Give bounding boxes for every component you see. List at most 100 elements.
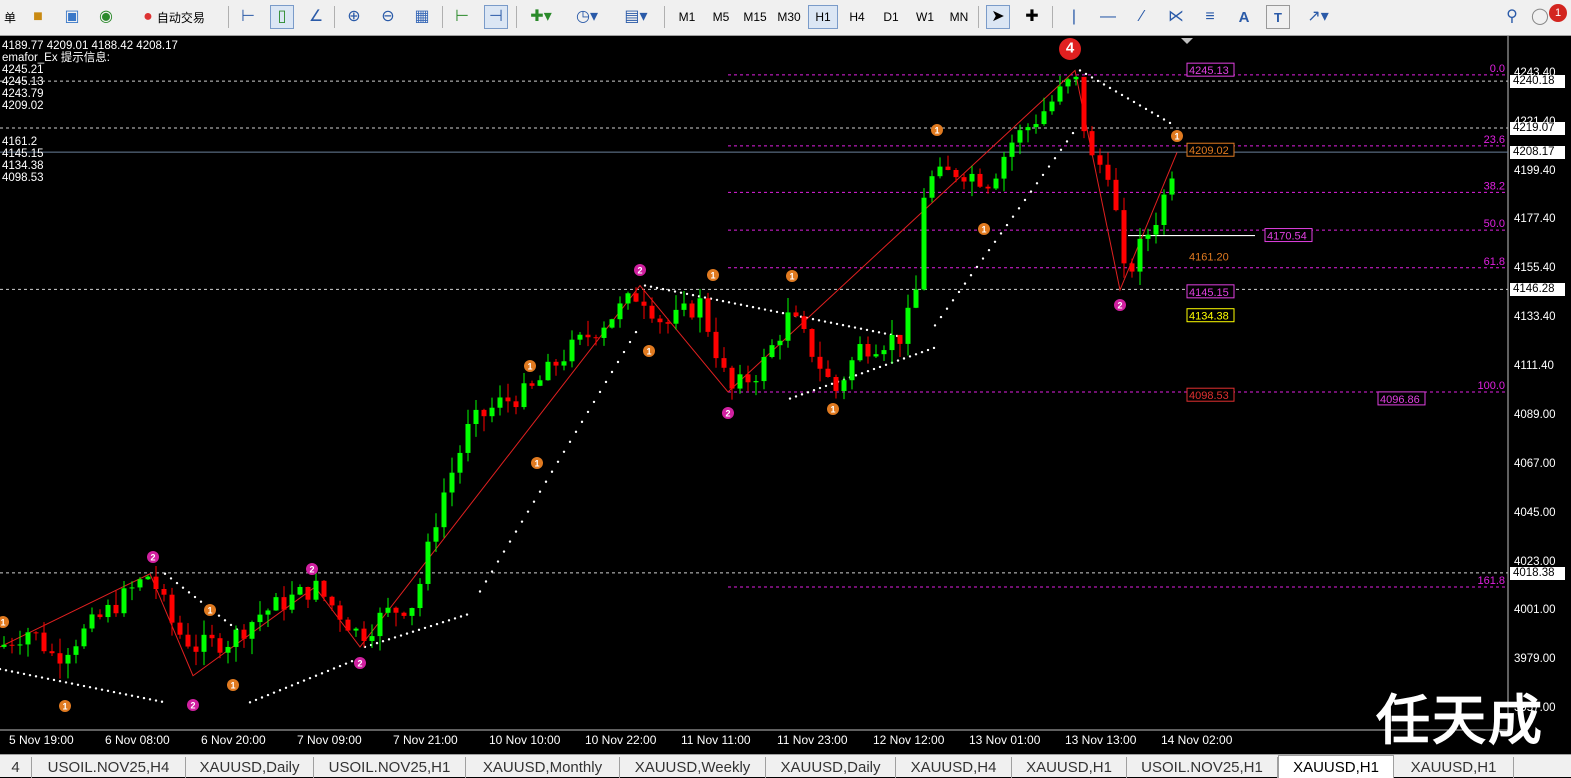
sar-dot: [860, 372, 864, 375]
search-icon[interactable]: ⚲: [1500, 5, 1524, 29]
line-chart-icon[interactable]: ∠: [304, 5, 328, 29]
timeframe-h1[interactable]: H1: [808, 5, 838, 29]
sar-dot: [999, 232, 1003, 235]
clock-icon[interactable]: ◷▾: [570, 5, 604, 29]
chart-tab[interactable]: XAUUSD,Daily: [766, 757, 896, 778]
template-icon[interactable]: ▤▾: [616, 5, 656, 29]
chart-tab[interactable]: XAUUSD,H1: [1394, 757, 1514, 778]
candle-body: [1009, 142, 1015, 157]
sar-dot: [1059, 148, 1063, 152]
candle-body: [41, 632, 47, 652]
vline-icon[interactable]: |: [1062, 5, 1086, 29]
hline-icon[interactable]: —: [1096, 5, 1120, 29]
chart-tab[interactable]: USOIL.NOV25,H1: [1127, 757, 1278, 778]
zoom-out-icon[interactable]: ⊖: [376, 5, 400, 29]
menu-cut-label[interactable]: 单: [0, 5, 20, 29]
trendline-icon[interactable]: ∕: [1130, 5, 1154, 29]
candle-body: [185, 634, 191, 647]
sar-dot: [721, 299, 725, 303]
sar-dot: [667, 289, 671, 292]
sar-dot: [824, 384, 828, 388]
sar-dot: [22, 672, 26, 676]
candle-body: [529, 383, 535, 386]
chart-tab[interactable]: XAUUSD,Weekly: [620, 757, 766, 778]
navigator-icon[interactable]: ▣: [60, 5, 84, 29]
autoscroll-icon[interactable]: ⊢: [450, 5, 474, 29]
chart-tab[interactable]: XAUUSD,Monthly: [466, 757, 620, 778]
sar-dot: [622, 350, 626, 354]
candle-body: [953, 170, 959, 178]
candle-body: [665, 322, 671, 324]
sar-dot: [314, 674, 318, 677]
cross-icon[interactable]: ✚: [1020, 5, 1044, 29]
timeframe-mn[interactable]: MN: [944, 5, 974, 29]
price-tick: 4089.00: [1514, 409, 1556, 422]
sar-dot: [1084, 72, 1088, 76]
candle-body: [169, 594, 175, 623]
candle-body: [489, 407, 495, 417]
sar-dot: [393, 636, 397, 639]
price-tag-label: 4161.20: [1189, 251, 1229, 263]
chart-tab[interactable]: 4: [0, 757, 32, 778]
sar-dot: [441, 621, 445, 624]
sar-dot: [661, 287, 665, 291]
timeframe-h4[interactable]: H4: [842, 5, 872, 29]
candle-body: [649, 305, 655, 319]
timeframe-m5[interactable]: M5: [706, 5, 736, 29]
candle-body: [409, 608, 415, 616]
sar-dot: [902, 357, 906, 360]
candle-body: [1169, 178, 1175, 195]
candle-body: [457, 452, 463, 473]
candle-body: [961, 177, 967, 182]
sar-dot: [417, 628, 421, 632]
chart-shift-icon[interactable]: ⊣: [484, 5, 508, 29]
chart-tab[interactable]: USOIL.NOV25,H4: [32, 757, 186, 778]
candle-body: [801, 316, 807, 330]
sar-dot: [302, 679, 306, 682]
chat-icon[interactable]: ◯: [1530, 5, 1550, 29]
timeframe-w1[interactable]: W1: [910, 5, 940, 29]
price-chart[interactable]: 0.023.638.250.061.8100.0161.8 11111111 11…: [0, 36, 1571, 754]
wave-marker-label: 2: [637, 266, 642, 276]
new-order-icon[interactable]: ✚▾: [524, 5, 558, 29]
candle-chart-icon[interactable]: ▯: [270, 5, 294, 29]
alert-icon[interactable]: 1: [1549, 4, 1567, 22]
sar-dot: [769, 309, 773, 312]
chart-tab[interactable]: USOIL.NOV25,H1: [314, 757, 466, 778]
fibo-label: 100.0: [1477, 380, 1505, 392]
channel-icon[interactable]: ⋉: [1164, 5, 1188, 29]
timeframe-d1[interactable]: D1: [876, 5, 906, 29]
sar-dot: [278, 689, 282, 692]
candle-body: [553, 361, 559, 366]
fibo-icon[interactable]: ≡: [1198, 5, 1222, 29]
tile-icon[interactable]: ▦: [410, 5, 434, 29]
chart-tab[interactable]: XAUUSD,H1: [1278, 755, 1394, 778]
sar-dot: [1126, 97, 1130, 100]
sar-dot: [136, 695, 140, 699]
sar-dot: [76, 683, 80, 687]
sar-dot: [260, 696, 264, 699]
label-icon[interactable]: T: [1266, 5, 1290, 29]
chart-tab[interactable]: XAUUSD,H4: [896, 757, 1012, 778]
text-icon[interactable]: A: [1232, 5, 1256, 29]
chart-tab[interactable]: XAUUSD,Daily: [186, 757, 314, 778]
auto-trade-button[interactable]: ● 自动交易: [126, 5, 222, 29]
candle-body: [593, 337, 599, 339]
market-watch-icon[interactable]: ■: [26, 5, 50, 29]
sar-dot: [926, 348, 930, 352]
sar-dot: [217, 614, 221, 617]
arrows-icon[interactable]: ↗▾: [1300, 5, 1336, 29]
candle-body: [233, 629, 239, 647]
cursor-icon[interactable]: ➤: [986, 5, 1010, 29]
timeframe-m15[interactable]: M15: [740, 5, 770, 29]
bar-chart-icon[interactable]: ⊢: [236, 5, 260, 29]
candle-body: [681, 303, 687, 310]
timeframe-m30[interactable]: M30: [774, 5, 804, 29]
signals-icon[interactable]: ◉: [94, 5, 118, 29]
sar-dot: [70, 682, 74, 685]
candle-body: [1089, 131, 1095, 156]
zoom-in-icon[interactable]: ⊕: [342, 5, 366, 29]
sar-dot: [1011, 215, 1015, 218]
chart-tab[interactable]: XAUUSD,H1: [1012, 757, 1127, 778]
timeframe-m1[interactable]: M1: [672, 5, 702, 29]
